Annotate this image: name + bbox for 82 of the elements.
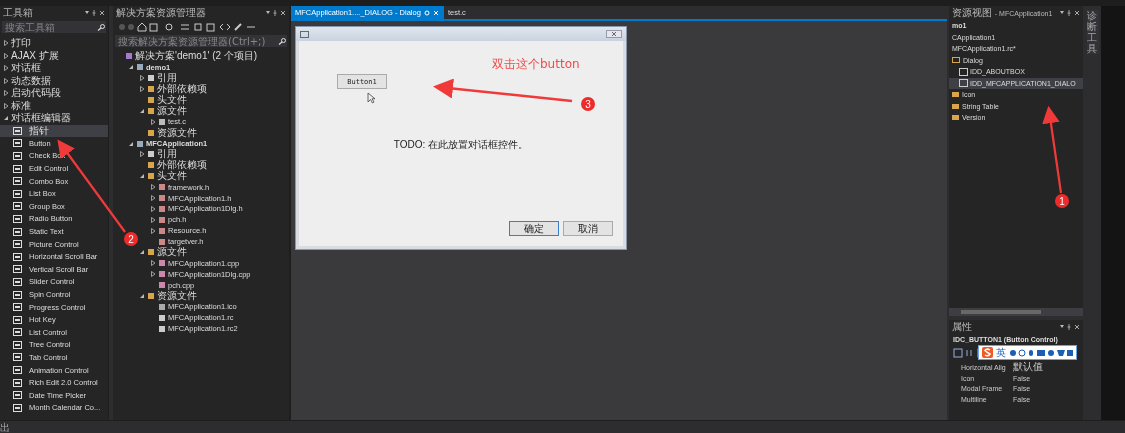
- tree-item[interactable]: 解决方案'demo1' (2 个项目): [117, 51, 258, 62]
- tree-item[interactable]: 引用: [139, 149, 177, 160]
- toolbox-item[interactable]: 指针: [0, 124, 108, 138]
- cancel-button[interactable]: 取消: [563, 221, 613, 236]
- ime-toolbar[interactable]: 英: [978, 345, 1077, 360]
- horizontal-scrollbar[interactable]: [949, 308, 1083, 316]
- annotation-text: 双击这个button: [492, 57, 580, 71]
- search-field[interactable]: 搜索工具箱: [2, 21, 106, 33]
- search-field[interactable]: 搜索解决方案资源管理器(Ctrl+;): [115, 35, 287, 47]
- step-marker: 1: [1055, 194, 1069, 208]
- tree-item[interactable]: 源文件: [139, 247, 187, 258]
- control-icon: [13, 265, 22, 274]
- tree-item[interactable]: 外部依赖项: [139, 83, 207, 95]
- control-icon: [13, 290, 22, 299]
- collapse-icon[interactable]: [3, 115, 9, 122]
- collapse-icon[interactable]: [139, 249, 145, 256]
- panel-title: 工具箱: [3, 6, 33, 20]
- pane-controls-icon[interactable]: [1060, 10, 1080, 16]
- property-value[interactable]: 默认值: [1013, 360, 1043, 375]
- toolbox-category[interactable]: 标准: [0, 99, 108, 112]
- close-icon[interactable]: [606, 30, 622, 38]
- control-icon: [13, 403, 22, 412]
- collapse-icon[interactable]: [139, 293, 145, 300]
- toolbox-category[interactable]: 对话框编辑器: [0, 112, 108, 125]
- tree-item[interactable]: 外部依赖项: [139, 159, 207, 171]
- close-icon[interactable]: [423, 9, 440, 16]
- tree-item[interactable]: 资源文件: [139, 290, 197, 302]
- bottom-tab[interactable]: 出: [0, 422, 10, 433]
- control-icon: [13, 152, 22, 160]
- ime-tools-icon: [1009, 348, 1073, 357]
- tree-item[interactable]: 引用: [139, 72, 177, 84]
- dialog-text: TODO: 在此放置对话框控件。: [392, 138, 530, 152]
- cursor-icon: [367, 92, 376, 104]
- side-tab[interactable]: 诊断工具: [1087, 10, 1099, 54]
- panel-title: 资源视图: [952, 7, 992, 18]
- step-marker: 2: [124, 232, 138, 246]
- control-icon: [13, 391, 22, 400]
- ok-button[interactable]: 确定: [509, 221, 559, 236]
- toolbox-category[interactable]: 动态数据: [0, 74, 108, 87]
- control-icon: [13, 202, 22, 211]
- tree-item[interactable]: 源文件: [139, 105, 187, 117]
- pane-controls-icon[interactable]: [266, 10, 286, 16]
- control-icon: [13, 378, 22, 387]
- tree-item[interactable]: 头文件: [139, 170, 187, 182]
- toolbox-category[interactable]: 启动代码段: [0, 87, 108, 100]
- control-icon: [13, 164, 22, 173]
- control-icon: [13, 366, 22, 375]
- step-marker: 3: [581, 97, 595, 111]
- control-icon: [13, 340, 22, 349]
- collapse-icon[interactable]: [139, 107, 145, 114]
- app-icon: [300, 30, 309, 38]
- control-icon: [13, 252, 22, 261]
- expand-icon[interactable]: [139, 151, 145, 158]
- tree-item[interactable]: 资源文件: [139, 127, 197, 139]
- control-icon: [13, 315, 22, 324]
- control-icon: [13, 126, 22, 135]
- ime-logo-icon: [982, 347, 993, 358]
- collapse-icon[interactable]: [139, 173, 145, 180]
- control-icon: [13, 353, 22, 362]
- pane-controls-icon[interactable]: [85, 10, 105, 16]
- control-icon: [13, 328, 22, 337]
- search-icon[interactable]: [97, 23, 106, 31]
- control-icon: [13, 189, 22, 198]
- collapse-icon[interactable]: [128, 140, 134, 147]
- toolbox-category[interactable]: 对话框: [0, 62, 108, 75]
- control-icon: [13, 303, 22, 312]
- control-icon: [13, 240, 22, 249]
- toolbox-category[interactable]: AJAX 扩展: [0, 49, 108, 62]
- control-icon: [13, 139, 22, 148]
- toolbox-item-label: 指针: [29, 123, 49, 138]
- control-icon: [13, 177, 22, 186]
- tree-item[interactable]: 头文件: [139, 94, 187, 106]
- expand-icon[interactable]: [150, 118, 156, 125]
- panel-title: 解决方案资源管理器: [116, 6, 206, 20]
- control-icon: [13, 214, 22, 223]
- toolbox-category[interactable]: 打印: [0, 37, 108, 50]
- control-icon: [13, 227, 22, 236]
- pane-controls-icon[interactable]: [1060, 324, 1080, 330]
- panel-title: 属性: [952, 320, 972, 334]
- search-icon[interactable]: [278, 37, 287, 45]
- collapse-icon[interactable]: [128, 64, 134, 71]
- control-icon: [13, 277, 22, 286]
